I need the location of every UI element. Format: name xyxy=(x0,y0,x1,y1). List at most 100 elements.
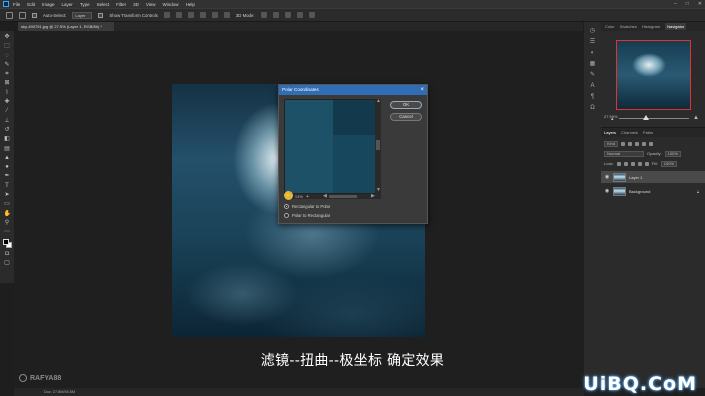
brush-settings-icon[interactable]: ✎ xyxy=(589,72,596,79)
3d-pan-icon[interactable] xyxy=(284,12,291,18)
path-select-icon[interactable]: ➤ xyxy=(4,192,11,198)
document-tab[interactable]: sky-490791.jpg @ 27.5% (Layer 1, RGB/8#)… xyxy=(18,22,114,31)
zoom-in-mountain-icon[interactable]: ▲ xyxy=(693,115,699,121)
quick-mask-icon[interactable]: ◘ xyxy=(4,251,11,257)
dodge-tool-icon[interactable]: ● xyxy=(4,164,11,170)
history-icon[interactable]: ◷ xyxy=(589,28,596,35)
layer-row[interactable]: ◉ Layer 1 xyxy=(601,171,705,183)
tab-swatches[interactable]: Swatches xyxy=(620,24,637,29)
auto-select-dropdown[interactable]: Layer xyxy=(72,11,93,19)
menu-select[interactable]: Select xyxy=(97,2,110,7)
align-center-icon[interactable] xyxy=(175,12,182,18)
blur-tool-icon[interactable]: ▲ xyxy=(4,155,11,161)
zoom-in-button[interactable]: + xyxy=(306,194,309,200)
quick-select-tool-icon[interactable]: ✎ xyxy=(4,62,11,68)
color-swatches[interactable] xyxy=(2,238,12,248)
glyphs-icon[interactable]: Ω xyxy=(589,105,596,112)
scroll-up-arrow-icon[interactable]: ▲ xyxy=(376,99,381,104)
move-tool-icon[interactable] xyxy=(19,11,26,19)
gradient-tool-icon[interactable]: ▤ xyxy=(4,146,11,152)
tab-channels[interactable]: Channels xyxy=(621,130,638,135)
menu-image[interactable]: Image xyxy=(42,2,55,7)
dialog-title-bar[interactable]: Polar Coordinates × xyxy=(279,85,427,95)
clone-stamp-icon[interactable]: ⊥ xyxy=(4,118,11,124)
type-tool-icon[interactable]: T xyxy=(4,183,11,189)
align-top-icon[interactable] xyxy=(199,12,206,18)
healing-brush-icon[interactable]: ✚ xyxy=(4,99,11,105)
eye-icon[interactable]: ◉ xyxy=(604,174,610,180)
menu-filter[interactable]: Filter xyxy=(116,2,126,7)
eyedropper-tool-icon[interactable]: ⌇ xyxy=(4,90,11,96)
scroll-down-arrow-icon[interactable]: ▼ xyxy=(376,188,381,193)
filter-preview[interactable] xyxy=(284,99,381,194)
option-polar-to-rectangular[interactable]: Polar to Rectangular xyxy=(284,213,330,218)
cancel-button[interactable]: Cancel xyxy=(390,113,422,121)
menu-3d[interactable]: 3D xyxy=(133,2,139,7)
opacity-field[interactable]: 100% xyxy=(664,150,681,157)
adjustments-icon[interactable]: ◐ xyxy=(589,50,596,57)
3d-orbit-icon[interactable] xyxy=(260,12,267,18)
navigator-preview[interactable] xyxy=(616,40,691,110)
align-left-icon[interactable] xyxy=(163,12,170,18)
close-window-button[interactable]: ✕ xyxy=(698,1,702,7)
foreground-color-swatch[interactable] xyxy=(2,238,9,245)
tab-paths[interactable]: Paths xyxy=(643,130,653,135)
preview-horizontal-thumb[interactable] xyxy=(329,195,357,198)
layer-row[interactable]: ◉ Background 🔒︎ xyxy=(601,185,705,197)
minimize-button[interactable]: – xyxy=(674,1,677,7)
character-icon[interactable]: A xyxy=(589,83,596,90)
menu-layer[interactable]: Layer xyxy=(62,2,73,7)
more-tools-icon[interactable]: ⋯ xyxy=(4,229,11,235)
menu-type[interactable]: Type xyxy=(80,2,90,7)
close-icon[interactable]: × xyxy=(420,85,424,95)
filter-adjustment-icon[interactable] xyxy=(628,141,633,146)
3d-scale-icon[interactable] xyxy=(308,12,315,18)
scroll-left-arrow-icon[interactable]: ◀ xyxy=(323,194,327,199)
brush-tool-icon[interactable]: ⁄ xyxy=(4,108,11,114)
filter-shape-icon[interactable] xyxy=(642,141,647,146)
scroll-right-arrow-icon[interactable]: ▶ xyxy=(371,194,375,199)
lasso-tool-icon[interactable]: ◌ xyxy=(4,53,11,59)
lock-pixels-icon[interactable] xyxy=(623,161,628,166)
properties-icon[interactable]: ☰ xyxy=(589,39,596,46)
crop-tool-icon[interactable]: ⌗ xyxy=(4,71,11,77)
eraser-tool-icon[interactable]: ◧ xyxy=(4,136,11,142)
align-bottom-icon[interactable] xyxy=(223,12,230,18)
menu-file[interactable]: File xyxy=(13,2,20,7)
align-middle-icon[interactable] xyxy=(211,12,218,18)
lock-position-icon[interactable] xyxy=(630,161,635,166)
filter-pixel-icon[interactable] xyxy=(621,141,626,146)
eye-icon[interactable]: ◉ xyxy=(604,188,610,194)
history-brush-icon[interactable]: ↺ xyxy=(4,127,11,133)
3d-roll-icon[interactable] xyxy=(272,12,279,18)
hand-tool-icon[interactable]: ✋ xyxy=(4,211,11,217)
menu-window[interactable]: Window xyxy=(163,2,179,7)
move-tool-icon[interactable]: ✥ xyxy=(4,34,11,40)
zoom-out-mountain-icon[interactable]: ▴ xyxy=(611,116,614,122)
libraries-icon[interactable]: ▦ xyxy=(589,61,596,68)
marquee-tool-icon[interactable]: ⬚ xyxy=(4,43,11,49)
menu-help[interactable]: Help xyxy=(186,2,195,7)
3d-slide-icon[interactable] xyxy=(296,12,303,18)
lock-all-icon[interactable] xyxy=(644,161,649,166)
tab-color[interactable]: Color xyxy=(605,24,615,29)
home-icon[interactable] xyxy=(6,11,13,19)
lock-artboard-icon[interactable] xyxy=(637,161,642,166)
blend-mode-dropdown[interactable]: Normal xyxy=(604,150,644,157)
paragraph-icon[interactable]: ¶ xyxy=(589,94,596,101)
menu-view[interactable]: View xyxy=(146,2,156,7)
radio-polar-to-rectangular[interactable] xyxy=(284,213,289,218)
rectangle-tool-icon[interactable]: ▭ xyxy=(4,201,11,207)
screen-mode-icon[interactable]: ▢ xyxy=(4,260,11,266)
option-rectangular-to-polar[interactable]: Rectangular to Polar xyxy=(284,204,330,209)
show-transform-checkbox[interactable] xyxy=(98,12,104,18)
radio-rectangular-to-polar[interactable] xyxy=(284,204,289,209)
tab-navigator[interactable]: Navigator xyxy=(665,23,687,30)
doc-size[interactable]: Doc: 27.8M/55.6M xyxy=(44,390,75,394)
auto-select-checkbox[interactable] xyxy=(32,12,37,18)
ok-button[interactable]: OK xyxy=(390,101,422,109)
tab-layers[interactable]: Layers xyxy=(604,130,616,135)
pen-tool-icon[interactable]: ✒ xyxy=(4,173,11,179)
navigator-zoom-slider[interactable] xyxy=(619,118,689,119)
menu-edit[interactable]: Edit xyxy=(27,2,35,7)
